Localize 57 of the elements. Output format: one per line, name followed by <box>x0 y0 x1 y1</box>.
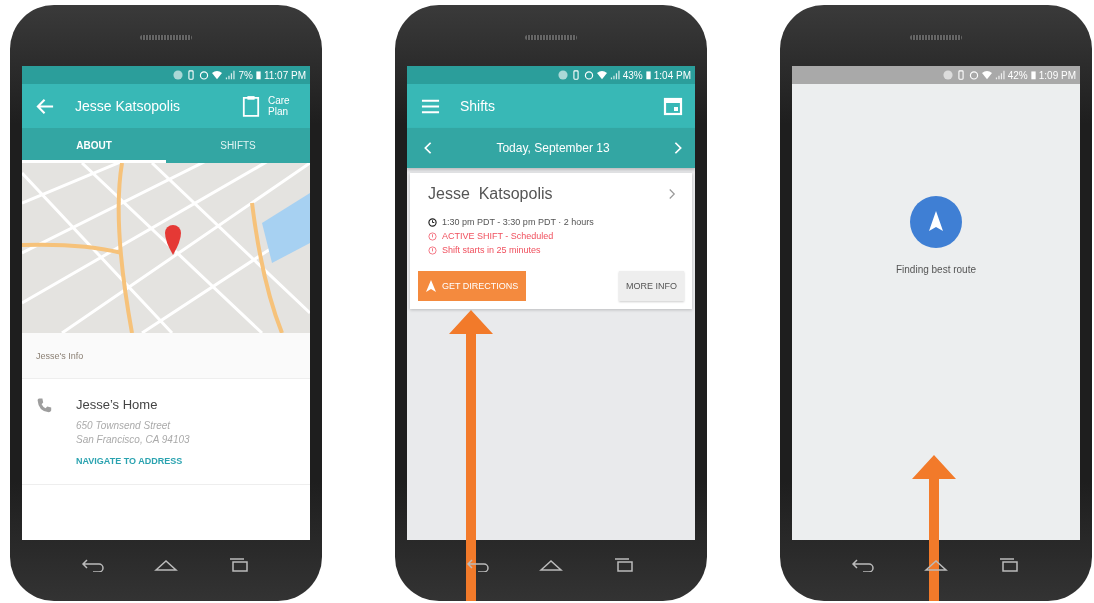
shift-time: 1:30 pm PDT - 3:30 pm PDT · 2 hours <box>442 217 594 227</box>
vibrate-icon <box>186 70 197 80</box>
battery-percent: 7% <box>238 69 253 81</box>
info-icon <box>428 245 437 255</box>
battery-percent: 42% <box>1007 69 1028 81</box>
vibrate-icon <box>570 70 581 80</box>
speaker-grille <box>525 35 577 40</box>
address-line: 650 Townsend Street <box>76 420 172 431</box>
signal-icon <box>994 70 1005 80</box>
date-label: Today, September 13 <box>496 141 610 155</box>
wifi-icon <box>981 70 992 80</box>
navigation-arrow-icon <box>426 280 436 292</box>
status-time: 1:09 PM <box>1038 69 1076 81</box>
alarm-icon <box>583 70 594 80</box>
chevron-right-icon[interactable] <box>668 188 676 200</box>
home-icon[interactable] <box>924 558 948 572</box>
shift-card[interactable]: Jesse Katsopolis 1:30 pm PDT - 3:30 pm PDT · 2 hours ACTIVE SHIFT - Scheduled Shift starts in 25 minutes GET DIRECTIONS MORE INFO <box>410 173 692 309</box>
signal-icon <box>225 70 236 80</box>
alarm-icon <box>199 70 210 80</box>
status-time: 1:04 PM <box>653 69 691 81</box>
alert-text: Shift starts in 25 minutes <box>442 245 541 255</box>
speaker-grille <box>140 35 192 40</box>
navigation-icon <box>910 196 962 248</box>
home-icon[interactable] <box>154 558 178 572</box>
navigate-link[interactable]: NAVIGATE TO ADDRESS <box>76 456 190 466</box>
back-icon[interactable] <box>850 558 875 572</box>
status-message: Finding best route <box>895 264 977 275</box>
client-name: Jesse Katsopolis <box>428 185 553 203</box>
info-icon <box>428 231 437 241</box>
home-icon[interactable] <box>539 558 563 572</box>
phone-icon <box>36 397 52 413</box>
status-time: 11:07 PM <box>263 69 306 81</box>
clock-icon <box>428 217 437 227</box>
app-bar-title: Shifts <box>460 98 496 114</box>
clipboard-icon[interactable] <box>242 95 260 117</box>
back-icon[interactable] <box>80 558 105 572</box>
get-directions-button[interactable]: GET DIRECTIONS <box>418 271 527 301</box>
alert-text: ACTIVE SHIFT - Scheduled <box>442 231 554 241</box>
vibrate-icon <box>955 70 966 80</box>
battery-icon <box>1030 70 1036 80</box>
tab[interactable]: SHIFTS <box>166 128 310 163</box>
back-icon[interactable] <box>465 558 490 572</box>
section-header: Jesse's Info <box>22 333 310 379</box>
app-bar-title: Jesse Katsopolis <box>75 98 182 114</box>
care-plan-link[interactable]: Care Plan <box>268 95 298 117</box>
battery-icon <box>645 70 651 80</box>
battery-icon <box>255 70 261 80</box>
signal-icon <box>609 70 620 80</box>
address-line: San Francisco, CA 94103 <box>76 434 190 445</box>
wifi-icon <box>596 70 607 80</box>
wifi-icon <box>212 70 223 80</box>
chevron-left-icon[interactable] <box>423 141 433 155</box>
place-name: Jesse’s Home <box>76 397 159 412</box>
battery-percent: 43% <box>622 69 643 81</box>
more-info-button[interactable]: MORE INFO <box>619 271 684 301</box>
alarm-icon <box>968 70 979 80</box>
speaker-grille <box>910 35 962 40</box>
